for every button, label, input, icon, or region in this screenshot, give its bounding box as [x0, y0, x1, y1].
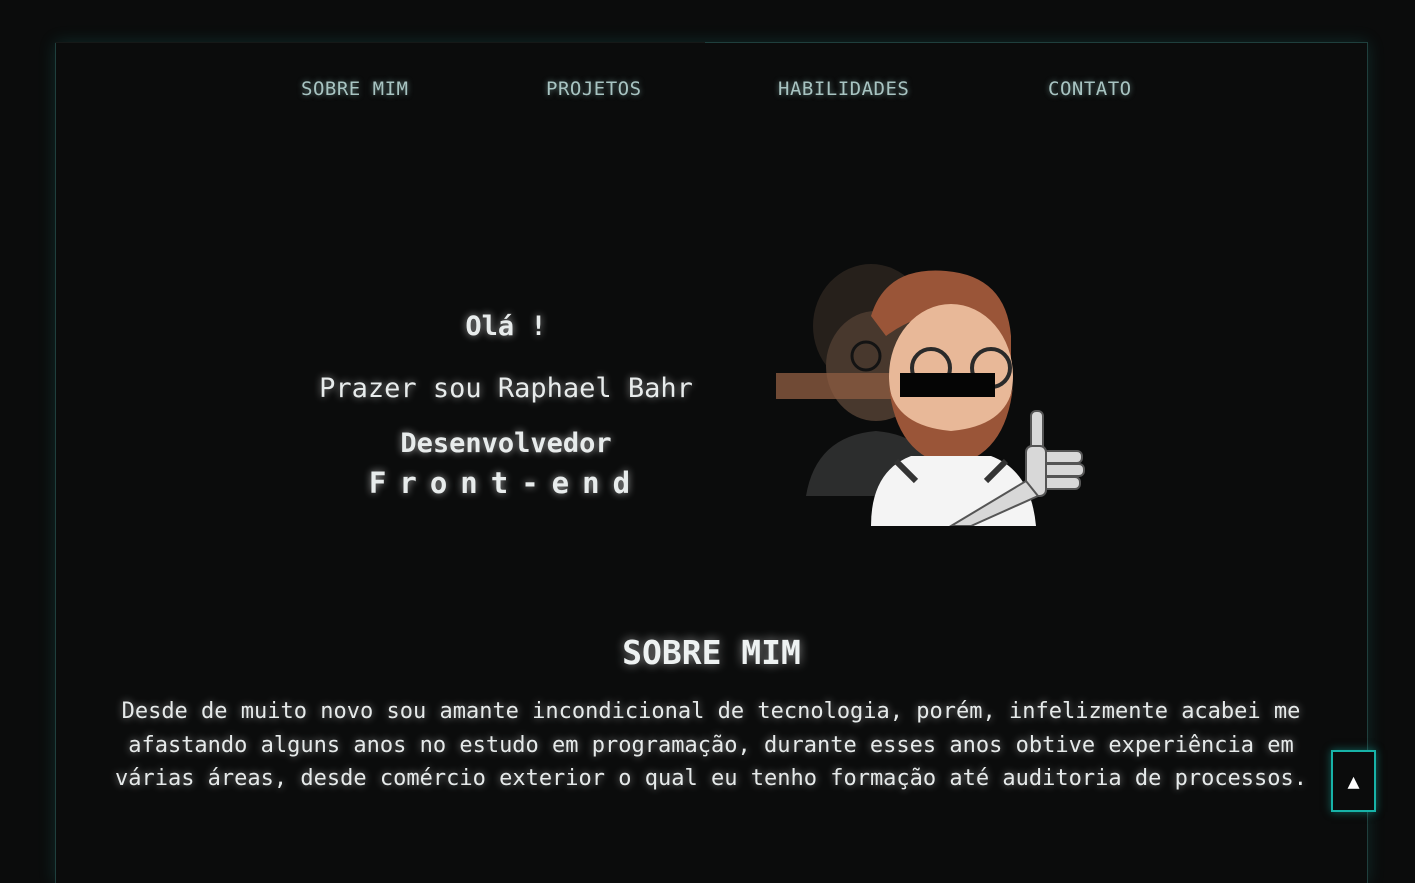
- avatar-censor-bar: [900, 373, 995, 397]
- section-title-about: SOBRE MIM: [622, 633, 801, 673]
- hero-text: Olá ! Prazer sou Raphael Bahr Desenvolve…: [296, 305, 716, 501]
- about-paragraph: Desde de muito novo sou amante incondici…: [114, 699, 1308, 791]
- avatar-illustration: [776, 264, 1085, 526]
- nav-item-habilidades[interactable]: HABILIDADES: [778, 78, 909, 100]
- nav-item-contato[interactable]: CONTATO: [1048, 78, 1132, 100]
- hero-intro: Prazer sou Raphael Bahr: [319, 373, 693, 404]
- hero-greeting: Olá !: [465, 311, 547, 342]
- nav-item-projetos[interactable]: PROJETOS: [546, 78, 642, 100]
- back-to-top-button[interactable]: ▲: [1331, 750, 1376, 812]
- glitch-strip: [776, 373, 906, 399]
- nav-item-sobre-mim[interactable]: SOBRE MIM: [301, 78, 408, 100]
- hero-role-line2: Front-end: [368, 466, 644, 500]
- hero-role-line1: Desenvolvedor: [400, 428, 612, 459]
- main-nav: SOBRE MIM PROJETOS HABILIDADES CONTATO: [0, 78, 1415, 106]
- arrow-up-icon: ▲: [1347, 769, 1360, 793]
